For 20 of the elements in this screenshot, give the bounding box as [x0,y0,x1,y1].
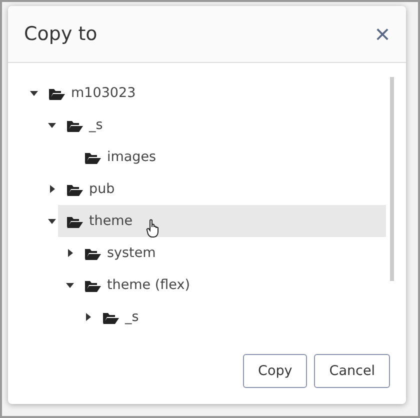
caret-right-icon[interactable] [48,185,56,193]
caret-down-icon[interactable] [66,281,74,289]
tree-item[interactable]: _s [16,301,386,333]
hand-cursor-icon [146,219,160,238]
close-button[interactable]: × [370,21,394,47]
caret-right-icon[interactable] [66,249,74,257]
caret-down-icon[interactable] [30,89,38,97]
scrollbar[interactable] [390,77,394,281]
tree-item[interactable]: m103023 [16,77,386,109]
caret-down-icon[interactable] [48,121,56,129]
tree-item[interactable]: pub [16,173,386,205]
tree-item[interactable]: theme (flex) [16,269,386,301]
caret-down-icon[interactable] [48,217,56,225]
dialog-title: Copy to [24,23,98,45]
tree-item[interactable]: images [16,141,386,173]
tree-item[interactable]: system [16,237,386,269]
dialog-button[interactable]: Copy [243,354,308,388]
tree-item[interactable]: _s [16,109,386,141]
caret-right-icon[interactable] [84,313,92,321]
dialog-button[interactable]: Cancel [314,354,390,388]
